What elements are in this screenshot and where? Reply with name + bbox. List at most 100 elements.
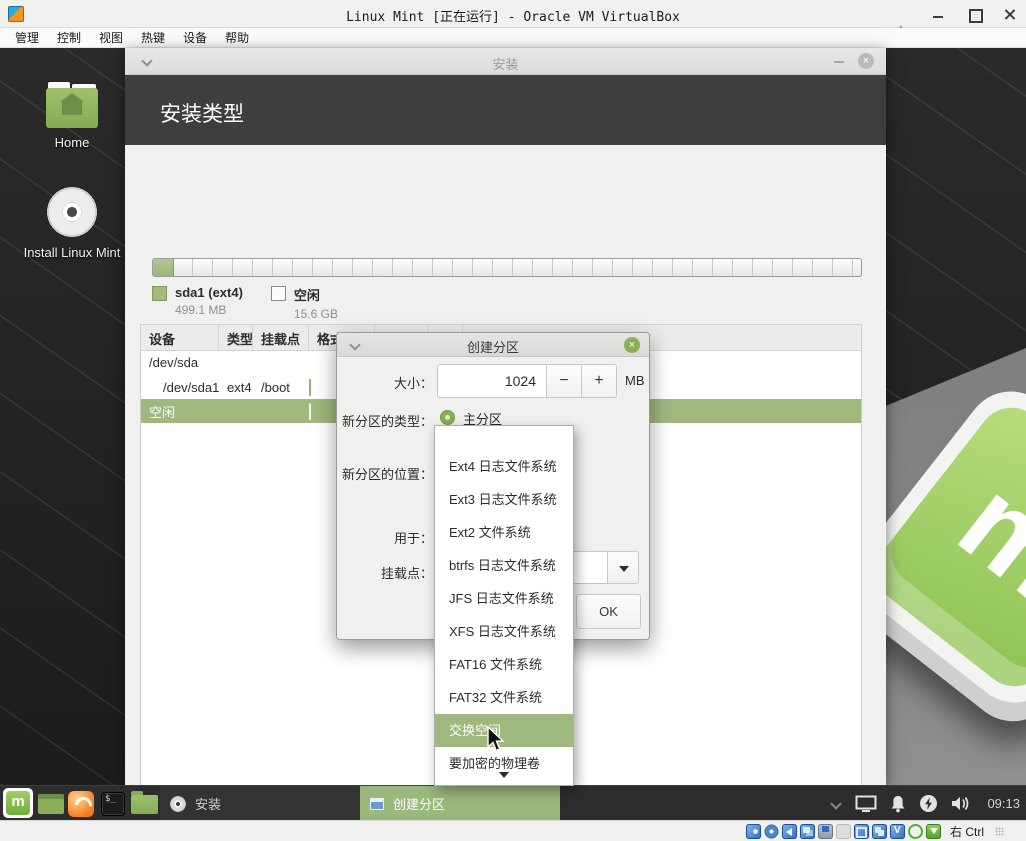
- dialog-title: 创建分区: [337, 337, 649, 356]
- dropdown-item-xfs[interactable]: XFS 日志文件系统: [435, 615, 573, 648]
- legend-label: sda1 (ext4): [175, 285, 243, 300]
- show-desktop-icon[interactable]: [38, 794, 64, 814]
- disk-usage-bar: [152, 258, 862, 277]
- clock[interactable]: 09:13: [987, 796, 1020, 811]
- menu-hotkeys[interactable]: 热键: [132, 29, 174, 46]
- format-checkbox-checked[interactable]: [309, 379, 311, 396]
- column-device[interactable]: 设备: [141, 325, 219, 350]
- display-tray-icon[interactable]: [855, 795, 877, 812]
- taskbar: 安装 创建分区 09:13: [0, 785, 1026, 820]
- keyboard-capture-status-icon[interactable]: [926, 824, 941, 839]
- cell-device: /dev/sda1: [141, 380, 219, 395]
- cell-device: 空闲: [141, 402, 219, 421]
- legend-size: 15.6 GB: [294, 307, 338, 321]
- column-mountpoint[interactable]: 挂载点: [253, 325, 309, 350]
- menu-machine[interactable]: 管理: [6, 29, 48, 46]
- install-icon-label: Install Linux Mint: [22, 245, 122, 261]
- desktop-icon-home[interactable]: Home: [22, 80, 122, 151]
- vbox-menubar: 管理 控制 视图 热键 设备 帮助: [0, 28, 1026, 48]
- host-key-label: 右 Ctrl: [950, 823, 984, 840]
- system-tray: 09:13: [832, 786, 1020, 821]
- vbox-window-title: Linux Mint [正在运行] - Oracle VM VirtualBox: [0, 6, 1026, 25]
- mount-point-label: 挂载点：: [337, 563, 433, 582]
- home-folder-icon: [46, 88, 98, 128]
- display-status-icon[interactable]: [854, 824, 869, 839]
- dropdown-scroll-down-icon[interactable]: [435, 770, 573, 785]
- window-task-icon: [370, 798, 384, 810]
- taskbar-task-create-partition[interactable]: 创建分区: [360, 786, 560, 821]
- menu-control[interactable]: 控制: [48, 29, 90, 46]
- mount-point-dropdown-button[interactable]: [607, 551, 639, 584]
- legend-size: 499.1 MB: [175, 303, 243, 317]
- network-status-icon[interactable]: [800, 824, 815, 839]
- cd-task-icon: [170, 796, 186, 812]
- primary-partition-radio[interactable]: [440, 410, 455, 425]
- dropdown-item-fat16[interactable]: FAT16 文件系统: [435, 648, 573, 681]
- tray-collapse-chevron-icon[interactable]: [832, 800, 840, 808]
- install-cd-icon: [46, 186, 98, 238]
- dropdown-item-ext2[interactable]: Ext2 文件系统: [435, 516, 573, 549]
- mint-menu-button[interactable]: [3, 788, 33, 818]
- dropdown-item-ext3[interactable]: Ext3 日志文件系统: [435, 483, 573, 516]
- dropdown-item-btrfs[interactable]: btrfs 日志文件系统: [435, 549, 573, 582]
- firefox-icon[interactable]: [68, 791, 94, 817]
- column-type[interactable]: 类型: [219, 325, 253, 350]
- cell-mountpoint: /boot: [253, 380, 309, 395]
- features-chip-status-icon[interactable]: [890, 824, 905, 839]
- format-checkbox-unchecked[interactable]: [309, 403, 311, 420]
- installer-minimize-icon[interactable]: [834, 61, 844, 63]
- installer-close-icon[interactable]: ×: [858, 53, 874, 69]
- task-label: 创建分区: [393, 794, 445, 813]
- disk-legend: sda1 (ext4) 499.1 MB 空闲 15.6 GB: [152, 285, 338, 321]
- partition-type-label: 新分区的类型：: [337, 411, 433, 430]
- dropdown-item-fat32[interactable]: FAT32 文件系统: [435, 681, 573, 714]
- dropdown-item-ext4[interactable]: Ext4 日志文件系统: [435, 450, 573, 483]
- vbox-statusbar: 右 Ctrl: [0, 820, 1026, 841]
- vbox-titlebar: Linux Mint [正在运行] - Oracle VM VirtualBox: [0, 0, 1026, 28]
- close-button[interactable]: [1004, 8, 1016, 20]
- cell-type: ext4: [219, 380, 253, 395]
- task-label: 安装: [195, 794, 221, 813]
- update-shield-icon[interactable]: [919, 794, 938, 813]
- recording-status-icon[interactable]: [872, 824, 887, 839]
- partition-location-label: 新分区的位置：: [337, 464, 433, 483]
- volume-icon[interactable]: [951, 795, 971, 812]
- mouse-cursor: [484, 726, 506, 759]
- desktop-icon-install[interactable]: Install Linux Mint: [22, 186, 122, 261]
- optical-disc-status-icon[interactable]: [764, 824, 779, 839]
- home-icon-label: Home: [22, 135, 122, 151]
- file-manager-icon[interactable]: [131, 795, 158, 814]
- legend-label: 空闲: [294, 285, 338, 304]
- size-label: 大小：: [337, 373, 433, 392]
- virtualbox-window: Linux Mint [正在运行] - Oracle VM VirtualBox…: [0, 0, 1026, 841]
- usb-status-icon[interactable]: [818, 824, 833, 839]
- installer-header: 安装类型: [125, 75, 886, 145]
- terminal-icon[interactable]: [101, 792, 125, 816]
- shared-folder-status-icon[interactable]: [836, 824, 851, 839]
- size-input[interactable]: 1024: [437, 364, 547, 398]
- pin-icon[interactable]: [896, 8, 908, 20]
- maximize-button[interactable]: [968, 8, 980, 20]
- resize-grip[interactable]: [995, 827, 1004, 836]
- page-title: 安装类型: [160, 98, 244, 128]
- mouse-integration-status-icon[interactable]: [908, 824, 923, 839]
- menu-view[interactable]: 视图: [90, 29, 132, 46]
- hdd-status-icon[interactable]: [746, 824, 761, 839]
- legend-item-sda1: sda1 (ext4) 499.1 MB: [152, 285, 243, 321]
- dialog-titlebar[interactable]: 创建分区 ×: [337, 333, 649, 357]
- minimize-button[interactable]: [932, 8, 944, 20]
- legend-swatch-sda1: [152, 286, 167, 301]
- size-increment-button[interactable]: +: [581, 364, 617, 398]
- size-decrement-button[interactable]: −: [546, 364, 582, 398]
- dropdown-item-jfs[interactable]: JFS 日志文件系统: [435, 582, 573, 615]
- audio-status-icon[interactable]: [782, 824, 797, 839]
- legend-item-free: 空闲 15.6 GB: [271, 285, 338, 321]
- menu-devices[interactable]: 设备: [174, 29, 216, 46]
- menu-help[interactable]: 帮助: [216, 29, 258, 46]
- installer-titlebar[interactable]: 安装 ×: [125, 48, 886, 75]
- ok-button[interactable]: OK: [576, 594, 641, 629]
- size-unit-label: MB: [625, 373, 645, 388]
- taskbar-task-installer[interactable]: 安装: [160, 786, 360, 821]
- dialog-close-icon[interactable]: ×: [624, 337, 640, 353]
- notifications-bell-icon[interactable]: [890, 795, 906, 813]
